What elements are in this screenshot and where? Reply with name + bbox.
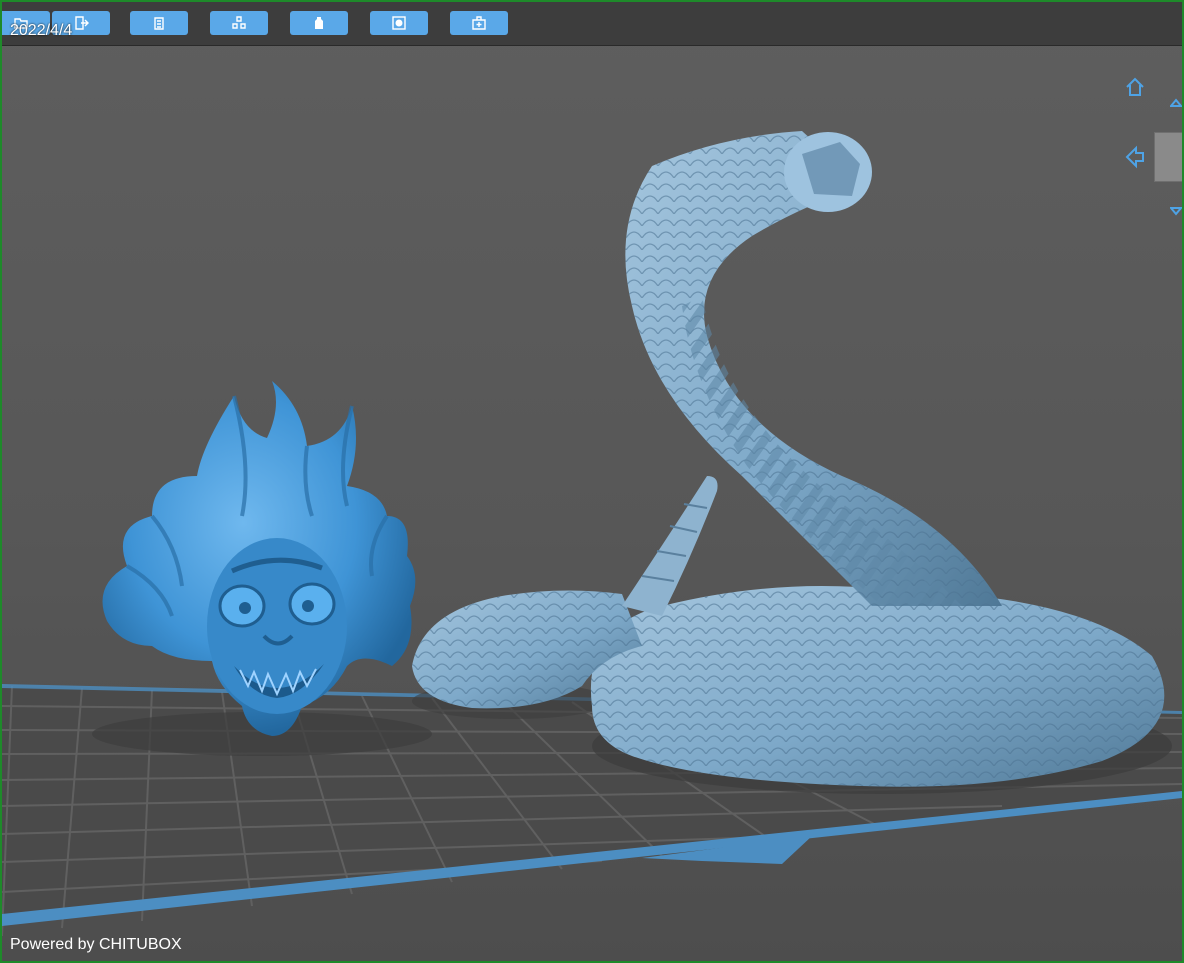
arrange-icon	[232, 16, 246, 29]
bottom-view-icon[interactable]	[1170, 200, 1182, 216]
3d-viewport[interactable]	[2, 46, 1182, 961]
powered-by-watermark: Powered by CHITUBOX	[10, 936, 182, 953]
clown-head-model[interactable]	[102, 381, 416, 736]
left-view-icon[interactable]	[1124, 144, 1146, 170]
arrange-button[interactable]	[210, 11, 268, 35]
app-window: 2022/4/4 Powered by CHITUBOX	[0, 0, 1184, 963]
date-label: 2022/4/4	[10, 22, 73, 39]
add-hole-button[interactable]	[450, 11, 508, 35]
add-hole-icon	[472, 16, 486, 30]
support-button[interactable]	[290, 11, 348, 35]
top-view-icon[interactable]	[1170, 98, 1182, 114]
home-view-icon[interactable]	[1124, 76, 1146, 98]
copy-icon	[154, 17, 164, 30]
view-cube-tab[interactable]	[1154, 132, 1182, 182]
export-icon	[75, 16, 89, 30]
snake-model[interactable]	[412, 131, 1165, 787]
toolbar: 2022/4/4	[2, 2, 1182, 46]
hollow-button[interactable]	[370, 11, 428, 35]
copy-button[interactable]	[130, 11, 188, 35]
hollow-icon	[392, 16, 406, 30]
support-icon	[315, 17, 323, 29]
